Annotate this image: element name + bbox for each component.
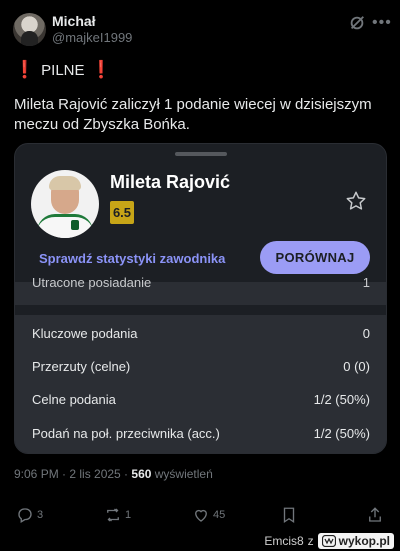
wykop-logo: wykop.pl <box>317 533 394 549</box>
reply-button[interactable]: 3 <box>16 506 43 524</box>
rating-badge: 6.5 <box>110 201 134 224</box>
reply-count: 3 <box>37 509 44 521</box>
divider <box>15 305 386 315</box>
bookmark-icon <box>283 507 295 524</box>
stat-label: Podań na poł. przeciwnika (acc.) <box>32 426 220 441</box>
avatar[interactable] <box>13 13 46 46</box>
author-name[interactable]: Michał <box>52 13 96 29</box>
player-photo <box>31 170 99 238</box>
compare-button[interactable]: PORÓWNAJ <box>260 241 370 274</box>
share-icon <box>369 507 381 522</box>
stat-row: Przerzuty (celne) 0 (0) <box>15 351 386 384</box>
star-icon[interactable] <box>345 190 367 212</box>
headline-text: PILNE <box>41 61 85 79</box>
heart-icon <box>195 509 207 522</box>
reply-icon <box>18 508 32 523</box>
stat-value: 1/2 (50%) <box>313 392 370 407</box>
wykop-logo-icon <box>321 535 336 547</box>
player-name: Mileta Rajović <box>110 172 231 192</box>
stat-label: Celne podania <box>32 392 116 407</box>
grok-icon[interactable] <box>348 14 366 32</box>
exclamation-icon: ❗ <box>90 60 112 79</box>
tweet-actions: 3 1 45 <box>0 500 400 530</box>
stat-label: Utracone posiadanie <box>32 275 152 290</box>
player-stats-card: Mileta Rajović 6.5 Sprawdź statystyki za… <box>14 143 387 454</box>
stat-value: 1 <box>362 275 370 290</box>
watermark: Emcis8 z wykop.pl <box>264 533 394 549</box>
share-button[interactable] <box>366 506 384 524</box>
more-options-icon[interactable]: ••• <box>372 14 391 32</box>
repost-icon <box>107 508 119 522</box>
stat-row: Utracone posiadanie 1 <box>15 275 386 305</box>
timestamp[interactable]: 9:06 PM · 2 lis 2025 · <box>14 467 131 481</box>
like-count: 45 <box>213 509 226 521</box>
wykop-site: wykop.pl <box>338 534 390 548</box>
stat-label: Przerzuty (celne) <box>32 359 131 374</box>
watermark-suffix: z <box>307 534 314 548</box>
views-label: wyświetleń <box>151 467 213 481</box>
stat-value: 1/2 (50%) <box>313 426 370 441</box>
tweet-text: Mileta Rajović zaliczył 1 podanie wiecej… <box>14 96 372 133</box>
sheet-drag-handle[interactable] <box>175 152 227 156</box>
repost-button[interactable]: 1 <box>104 506 131 524</box>
tweet-header: Michał @majkeI1999 ••• <box>0 0 400 56</box>
stat-label: Kluczowe podania <box>32 326 138 341</box>
like-button[interactable]: 45 <box>192 506 225 524</box>
author-handle[interactable]: @majkeI1999 <box>52 30 132 45</box>
player-stats-link[interactable]: Sprawdź statystyki zawodnika <box>39 251 225 266</box>
repost-count: 1 <box>125 509 132 521</box>
tweet-meta: 9:06 PM · 2 lis 2025 · 560 wyświetleń <box>14 467 213 481</box>
stats-list[interactable]: Utracone posiadanie 1 Kluczowe podania 0… <box>15 275 386 453</box>
watermark-bar: Emcis8 z wykop.pl <box>0 531 400 551</box>
stat-value: 0 (0) <box>343 359 370 374</box>
exclamation-icon: ❗ <box>14 60 36 79</box>
tweet-headline: ❗ PILNE ❗ <box>14 60 112 80</box>
views-count: 560 <box>131 467 152 481</box>
stat-row: Celne podania 1/2 (50%) <box>15 384 386 417</box>
stat-row: Podań na poł. przeciwnika (acc.) 1/2 (50… <box>15 418 386 451</box>
stat-value: 0 <box>362 326 370 341</box>
stat-row: Kluczowe podania 0 <box>15 318 386 351</box>
watermark-user: Emcis8 <box>264 534 304 548</box>
bookmark-button[interactable] <box>280 506 298 524</box>
